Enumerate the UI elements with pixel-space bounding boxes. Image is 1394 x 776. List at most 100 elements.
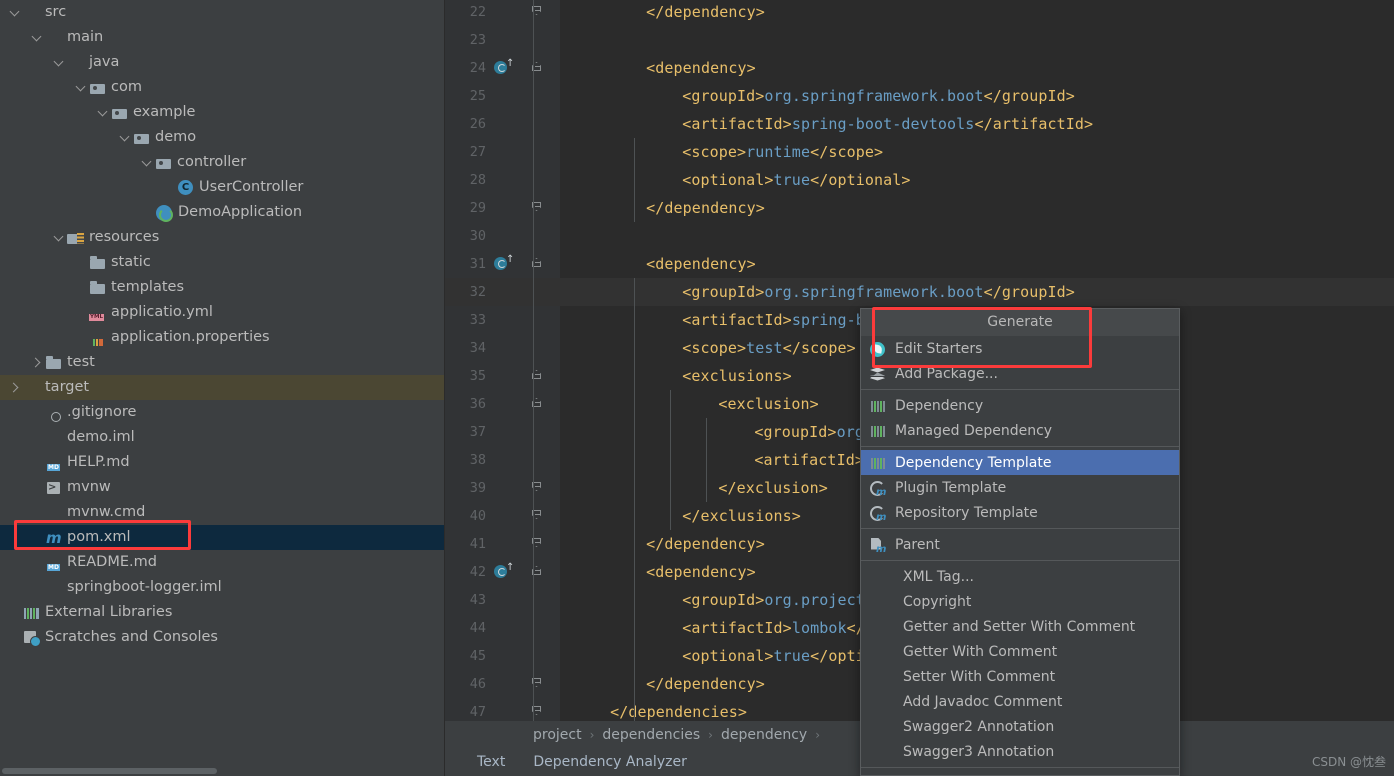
code-line[interactable]: <optional>true</optional> [682, 166, 910, 194]
tree-item-springboot-logger-iml[interactable]: springboot-logger.iml [0, 575, 445, 600]
code-line[interactable]: </dependency> [646, 0, 765, 26]
code-line[interactable]: <dependency> [646, 250, 756, 278]
menu-item-idea[interactable] [861, 771, 1179, 775]
code-fold-marker[interactable] [529, 194, 543, 222]
code-fold-marker[interactable] [529, 54, 543, 82]
menu-item-repository-template[interactable]: Repository Template [861, 500, 1179, 525]
tree-item-java[interactable]: java [0, 50, 445, 75]
tree-item-src[interactable]: src [0, 0, 445, 25]
tree-item-external-libraries[interactable]: External Libraries [0, 600, 445, 625]
tree-item-target[interactable]: target [0, 375, 445, 400]
code-line[interactable]: <scope> test </scope> [682, 334, 856, 362]
tree-item-templates[interactable]: templates [0, 275, 445, 300]
code-line[interactable]: <artifactId> spring-boot-devtools </artifa… [682, 110, 1093, 138]
tree-item-help-md[interactable]: HELP.md [0, 450, 445, 475]
file-md-icon [45, 455, 62, 471]
spring-dependency-update-icon[interactable]: ↑ [492, 255, 514, 272]
code-line[interactable]: </exclusion> [718, 474, 828, 502]
breadcrumb-item[interactable]: dependency [721, 727, 807, 743]
chevron-down-icon[interactable] [140, 156, 153, 169]
sidebar-horizontal-scrollbar[interactable] [0, 766, 445, 776]
tree-item-pom-xml[interactable]: pom.xml [0, 525, 445, 550]
chevron-down-icon[interactable] [118, 131, 131, 144]
chevron-down-icon[interactable] [52, 56, 65, 69]
code-line[interactable]: <dependency> [646, 558, 756, 586]
code-fold-marker[interactable] [529, 558, 543, 586]
chevron-right-icon[interactable] [30, 356, 43, 369]
tree-item-applicatio-yml[interactable]: applicatio.yml [0, 300, 445, 325]
tree-item-resources[interactable]: resources [0, 225, 445, 250]
spring-dependency-update-icon[interactable]: ↑ [492, 563, 514, 580]
tree-item-application-properties[interactable]: application.properties [0, 325, 445, 350]
menu-item-getter-with-comment[interactable]: Getter With Comment [861, 639, 1179, 664]
scrollbar-thumb[interactable] [2, 768, 217, 774]
context-menu-items[interactable]: Edit Starters Add Package... Dependency Man… [861, 336, 1179, 775]
chevron-down-icon[interactable] [96, 106, 109, 119]
menu-item-getter-and-setter-with-comment[interactable]: Getter and Setter With Comment [861, 614, 1179, 639]
menu-item-copyright[interactable]: Copyright [861, 589, 1179, 614]
breadcrumb-item[interactable]: dependencies [602, 727, 700, 743]
tree-item-com[interactable]: com [0, 75, 445, 100]
code-line[interactable]: <groupId> org.springframework.boot </group… [682, 278, 1075, 306]
generate-context-menu[interactable]: Generate Edit Starters Add Package... Depe… [860, 308, 1180, 776]
breadcrumb-item[interactable]: project [533, 727, 582, 743]
chevron-down-icon[interactable] [30, 31, 43, 44]
code-line[interactable]: </dependency> [646, 670, 765, 698]
tree-item-usercontroller[interactable]: UserController [0, 175, 445, 200]
code-fold-marker[interactable] [529, 502, 543, 530]
menu-item-dependency-template[interactable]: Dependency Template [861, 450, 1179, 475]
menu-item-add-package[interactable]: Add Package... [861, 361, 1179, 386]
menu-item-dependency[interactable]: Dependency [861, 393, 1179, 418]
menu-item-swagger3-annotation[interactable]: Swagger3 Annotation [861, 739, 1179, 764]
menu-item-edit-starters[interactable]: Edit Starters [861, 336, 1179, 361]
code-line[interactable]: <exclusions> [682, 362, 792, 390]
project-tree[interactable]: srcmain java com example demo controller UserC… [0, 0, 445, 650]
code-line[interactable]: </exclusions> [682, 502, 801, 530]
code-line[interactable]: <groupId> org.springframework.boot </group… [682, 82, 1075, 110]
gutter-row: 23 [445, 26, 560, 54]
tree-item-demo-iml[interactable]: demo.iml [0, 425, 445, 450]
tree-item-example[interactable]: example [0, 100, 445, 125]
tree-item-scratches-and-consoles[interactable]: Scratches and Consoles [0, 625, 445, 650]
spring-dependency-update-icon[interactable]: ↑ [492, 59, 514, 76]
tree-item-mvnw-cmd[interactable]: mvnw.cmd [0, 500, 445, 525]
code-fold-marker[interactable] [529, 390, 543, 418]
chevron-down-icon[interactable] [52, 231, 65, 244]
code-line[interactable]: <scope> runtime </scope> [682, 138, 883, 166]
chevron-right-icon[interactable] [8, 381, 21, 394]
tree-item-static[interactable]: static [0, 250, 445, 275]
menu-item-parent[interactable]: Parent [861, 532, 1179, 557]
menu-item-swagger2-annotation[interactable]: Swagger2 Annotation [861, 714, 1179, 739]
chevron-down-icon[interactable] [74, 81, 87, 94]
code-line[interactable]: <exclusion> [718, 390, 818, 418]
code-line[interactable]: </dependency> [646, 530, 765, 558]
tree-item-main[interactable]: main [0, 25, 445, 50]
tree-item-demo[interactable]: demo [0, 125, 445, 150]
editor-tab-dependency-analyzer[interactable]: Dependency Analyzer [519, 749, 701, 776]
code-line[interactable]: </dependency> [646, 194, 765, 222]
code-fold-marker[interactable] [529, 670, 543, 698]
code-line[interactable]: </dependencies> [610, 698, 747, 721]
tree-item-gitignore[interactable]: .gitignore [0, 400, 445, 425]
code-line[interactable]: <dependency> [646, 54, 756, 82]
menu-item-plugin-template[interactable]: Plugin Template [861, 475, 1179, 500]
tree-item-demoapplication[interactable]: DemoApplication [0, 200, 445, 225]
code-fold-marker[interactable] [529, 474, 543, 502]
tree-item-label: applicatio.yml [111, 304, 213, 320]
menu-item-xml-tag[interactable]: XML Tag... [861, 564, 1179, 589]
tree-item-readme-md[interactable]: README.md [0, 550, 445, 575]
chevron-down-icon[interactable] [8, 6, 21, 19]
tree-item-mvnw[interactable]: mvnw [0, 475, 445, 500]
code-fold-marker[interactable] [529, 530, 543, 558]
code-fold-marker[interactable] [529, 0, 543, 26]
code-fold-marker[interactable] [529, 250, 543, 278]
project-tree-panel[interactable]: srcmain java com example demo controller UserC… [0, 0, 445, 776]
editor-gutter[interactable]: 22 23 24 ↑ 25 26 27 28 29 30 31 ↑ 32 33 34 35 36 37 38 39 40… [445, 0, 560, 721]
menu-item-managed-dependency[interactable]: Managed Dependency [861, 418, 1179, 443]
tree-item-controller[interactable]: controller [0, 150, 445, 175]
menu-item-setter-with-comment[interactable]: Setter With Comment [861, 664, 1179, 689]
code-fold-marker[interactable] [529, 362, 543, 390]
editor-tab-text[interactable]: Text [445, 749, 519, 776]
menu-item-add-javadoc-comment[interactable]: Add Javadoc Comment [861, 689, 1179, 714]
tree-item-test[interactable]: test [0, 350, 445, 375]
